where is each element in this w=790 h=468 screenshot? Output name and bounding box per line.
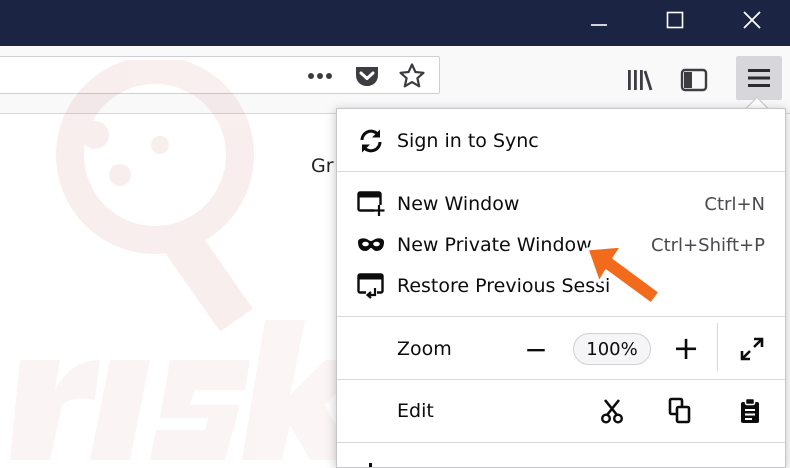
open-menu-button[interactable] [736,56,782,100]
sync-label: Sign in to Sync [397,130,539,152]
menu-separator [337,442,785,443]
fullscreen-button[interactable] [735,333,769,365]
sidebar-icon [680,68,708,92]
zoom-label: Zoom [397,338,452,360]
menu-item-new-private-window[interactable]: New Private Window Ctrl+Shift+P [337,225,785,265]
minimize-button[interactable] [571,0,627,40]
menu-row-zoom: Zoom [337,329,785,369]
clipboard-icon [741,397,759,423]
private-mask-icon [357,231,385,259]
restore-session-label: Restore Previous Sessi [397,275,611,297]
pocket-button[interactable] [351,62,383,90]
bookmark-star-button[interactable] [395,61,429,91]
paste-button[interactable] [733,395,767,427]
star-icon [399,63,425,88]
page-actions-button[interactable] [303,63,337,89]
maximize-button[interactable] [647,0,703,40]
sync-icon [357,127,385,155]
hamburger-menu-icon [748,69,770,87]
zoom-reset-button[interactable]: 100% [573,333,651,365]
restore-session-icon [357,272,385,300]
library-button[interactable] [622,64,658,96]
menu-row-edit: Edit [337,391,785,431]
pointer-arrow-icon [585,244,662,306]
zoom-out-button[interactable]: − [519,333,553,366]
more-actions-icon [308,73,332,79]
url-bar[interactable] [0,56,440,94]
menu-item-partial[interactable] [337,451,785,467]
scissors-icon [601,399,623,424]
zoom-divider [717,323,718,371]
navigation-toolbar [0,46,790,114]
menu-separator [337,379,785,380]
app-menu-panel: Sign in to Sync New Window Ctrl+N New Pr… [336,108,786,468]
menu-item-restore-previous-session[interactable]: Restore Previous Sessi [337,266,785,306]
edit-label: Edit [397,400,434,422]
pocket-icon [356,67,378,86]
new-window-shortcut: Ctrl+N [704,193,765,215]
fullscreen-icon [740,337,764,361]
new-private-window-label: New Private Window [397,234,592,256]
maximize-icon [666,11,684,29]
library-icon [628,70,653,91]
menu-item-sign-in-to-sync[interactable]: Sign in to Sync [337,121,785,161]
zoom-in-button[interactable]: + [669,329,703,367]
menu-separator [337,171,785,172]
page-content-text: Gr [311,155,334,177]
title-bar [0,0,790,46]
menu-item-new-window[interactable]: New Window Ctrl+N [337,184,785,224]
copy-button[interactable] [663,395,697,427]
new-window-label: New Window [397,193,520,215]
sidebar-button[interactable] [676,64,712,96]
close-button[interactable] [724,0,780,40]
cut-button[interactable] [595,395,629,427]
minimize-icon [591,24,607,26]
copy-icon [668,397,691,424]
menu-separator [337,316,785,317]
new-private-window-shortcut: Ctrl+Shift+P [651,234,765,256]
new-window-icon [357,190,385,218]
close-icon [743,11,761,29]
